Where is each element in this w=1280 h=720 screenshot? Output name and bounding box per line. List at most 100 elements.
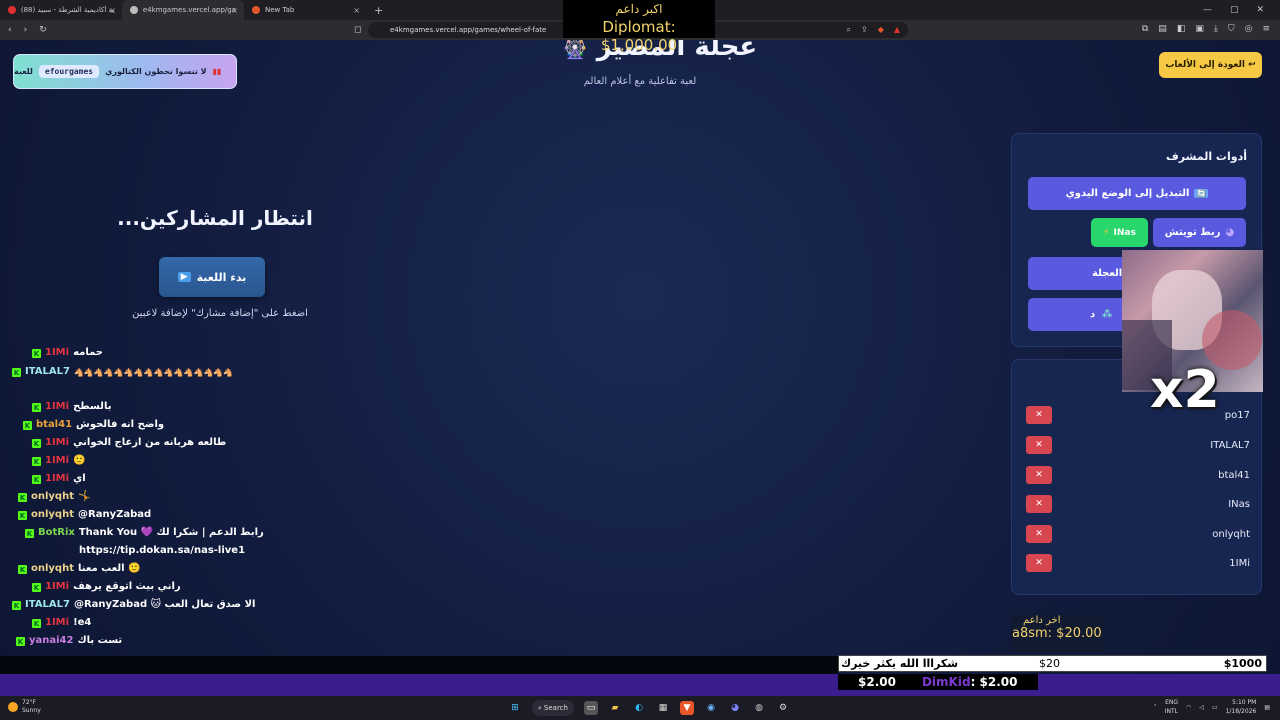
discord-icon[interactable]: ◕ [728, 701, 742, 715]
remove-player-button[interactable]: ✕ [1026, 495, 1052, 513]
steam-icon[interactable]: ◉ [704, 701, 718, 715]
obs-icon[interactable]: ◍ [752, 701, 766, 715]
brave-shield-icon[interactable]: ◆ [878, 25, 884, 35]
chevron-up-icon[interactable]: ˄ [1154, 704, 1157, 711]
file-explorer-icon[interactable]: ▰ [608, 701, 622, 715]
bookmark-icon[interactable]: ◻ [354, 25, 361, 35]
check-icon: ⚡ [1103, 227, 1110, 238]
close-window-icon[interactable]: ✕ [1256, 5, 1264, 15]
player-row: ✕ btal41 [1026, 464, 1250, 486]
back-to-games-button[interactable]: ↩ العودة إلى الألعاب [1159, 52, 1262, 78]
menu-icon[interactable]: ≡ [1262, 24, 1270, 34]
omnibox-icons: ⌕ ⇪ ◆ ▲ [847, 25, 901, 35]
player-name: po17 [1224, 409, 1250, 421]
split-icon[interactable]: ◧ [1177, 24, 1186, 34]
chat-message: 🤸 [78, 491, 91, 502]
maximize-icon[interactable]: ▢ [1230, 5, 1239, 15]
weather-widget[interactable]: 72°F Sunny [8, 699, 41, 715]
chat-username: 1IMi [45, 437, 70, 448]
chat-username: onlyqht [31, 563, 74, 574]
rewards-icon[interactable]: ▲ [894, 25, 900, 35]
extensions-icon[interactable]: ⧉ [1142, 24, 1148, 34]
start-game-button[interactable]: بدء اللعبة ▶ [159, 257, 265, 297]
remove-player-button[interactable]: ✕ [1026, 406, 1052, 424]
chat-username: BotRix [38, 527, 75, 538]
player-row: ✕ onlyqht [1026, 523, 1250, 545]
tab-police-academy[interactable]: (88) أغنية بداية أكاديمية الشرطة - سبيد … [0, 0, 122, 20]
chat-link[interactable]: https://tip.dokan.sa/nas-live1 [79, 545, 245, 556]
wallet-icon[interactable]: ▣ [1195, 24, 1204, 34]
sidebar-icon[interactable]: ▤ [1158, 24, 1167, 34]
start-game-label: بدء اللعبة [196, 270, 247, 284]
new-tab-button[interactable]: + [366, 4, 391, 17]
remove-player-button[interactable]: ✕ [1026, 466, 1052, 484]
spin-wheel-label: العجلة [1092, 268, 1123, 279]
admin-tools-title: أدوات المشرف [1166, 150, 1247, 163]
task-view-icon[interactable]: ▭ [584, 701, 598, 715]
top-donor-overlay: اكبر داعم Diplomat: $1,000.00 [563, 0, 715, 54]
battery-icon[interactable]: ▭ [1212, 704, 1218, 711]
chat-row: K 1IMi !e4 [32, 617, 91, 628]
player-name: onlyqht [1212, 528, 1250, 540]
language-indicator[interactable]: ENG INTL [1165, 698, 1178, 716]
bottom-bar [0, 656, 838, 674]
link-twitch-label: ربط تويتش [1164, 227, 1221, 238]
back-icon[interactable]: ‹ [8, 25, 12, 35]
remove-player-button[interactable]: ✕ [1026, 525, 1052, 543]
player-name: INas [1228, 498, 1250, 510]
ticker-donor-name: DimKid [921, 675, 971, 689]
chat-username: yanai42 [29, 635, 74, 646]
vpn-icon[interactable]: ◎ [1245, 24, 1253, 34]
chat-message: طالعه هربانه من ازعاج الخواني [73, 437, 227, 448]
ticker-amount: : $2.00 [970, 675, 1018, 689]
donation-ticker: شكرااا الله يكثر خيرك $20 $1000 [838, 655, 1267, 672]
windows-start-icon[interactable]: ⊞ [508, 701, 522, 715]
volume-icon[interactable]: ◁ [1199, 704, 1204, 711]
forward-icon[interactable]: › [24, 25, 28, 35]
minimize-icon[interactable]: — [1203, 5, 1212, 15]
connected-user-badge[interactable]: ⚡ INas [1091, 218, 1148, 247]
clock-date: 1/18/2026 [1225, 708, 1257, 715]
windows-taskbar: 72°F Sunny ⊞ ⌕ Search ▭ ▰ ◐ ▦ ▼ ◉ ◕ ◍ ⚙ … [0, 696, 1280, 720]
clock-time: 5:10 PM [1232, 699, 1257, 706]
multiplier-overlay: x2 [1150, 360, 1220, 420]
remove-player-button[interactable]: ✕ [1026, 554, 1052, 572]
clock[interactable]: 5:10 PM 1/18/2026 [1226, 698, 1257, 716]
wifi-icon[interactable]: ◠ [1186, 704, 1191, 711]
flag-icon: ▮▮ [212, 67, 222, 76]
notification-icon[interactable]: ▤ [1264, 704, 1270, 711]
promo-text: لا تنسوا تحطون الكتالوري [105, 67, 207, 76]
edge-icon[interactable]: ◐ [632, 701, 646, 715]
close-icon[interactable]: × [109, 6, 116, 15]
chat-message: 🐴🐴🐴🐴🐴🐴🐴🐴🐴🐴🐴🐴🐴🐴🐴🐴 [73, 368, 234, 377]
chat-row: K BotRix Thank You 💜 رابط الدعم | شكرا ل… [25, 527, 264, 538]
brave-icon[interactable]: ▼ [680, 701, 694, 715]
system-tray: ˄ ENG INTL ◠ ◁ ▭ 5:10 PM 1/18/2026 ▤ [1154, 698, 1270, 716]
settings-icon[interactable]: ⚙ [776, 701, 790, 715]
chat-row: K btal41 واضح انه فالحوش [23, 419, 164, 430]
download-icon[interactable]: ⤓ [1214, 24, 1218, 34]
taskbar-search[interactable]: ⌕ Search [532, 700, 574, 716]
kick-icon: K [16, 637, 25, 646]
link-twitch-button[interactable]: ◕ ربط تويتش [1153, 218, 1246, 247]
tab-new-tab[interactable]: New Tab × [244, 0, 366, 20]
page-content: ▮▮ لا تنسوا تحطون الكتالوري efourgames ل… [0, 40, 1280, 680]
close-icon[interactable]: × [353, 6, 360, 15]
reload-icon[interactable]: ↻ [39, 25, 47, 35]
chat-username: 1IMi [45, 401, 70, 412]
toggle-manual-label: التبديل إلى الوضع اليدوي [1065, 188, 1190, 199]
store-icon[interactable]: ▦ [656, 701, 670, 715]
ticker-amount-total: $1000 [1223, 657, 1262, 670]
browser-toolbar: ⧉ ▤ ◧ ▣ ⤓ ⛉ ◎ ≡ [1142, 24, 1270, 34]
players-panel: ✕ po17 ✕ ITALAL7 ✕ btal41 ✕ INas ✕ onlyq… [1011, 359, 1262, 595]
remove-player-button[interactable]: ✕ [1026, 436, 1052, 454]
close-icon[interactable]: × [231, 6, 238, 15]
zoom-icon[interactable]: ⌕ [847, 25, 851, 35]
shield-icon[interactable]: ⛉ [1228, 24, 1235, 34]
chat-message: اي [73, 473, 86, 484]
tab-wheel-of-fate[interactable]: e4kmgames.vercel.app/games/whe × [122, 0, 244, 20]
share-icon[interactable]: ⇪ [861, 25, 868, 35]
tab-title: New Tab [265, 6, 295, 14]
toggle-manual-mode-button[interactable]: 🔄 التبديل إلى الوضع اليدوي [1028, 177, 1246, 210]
sparkle-icon: ⁂ [1102, 309, 1113, 320]
